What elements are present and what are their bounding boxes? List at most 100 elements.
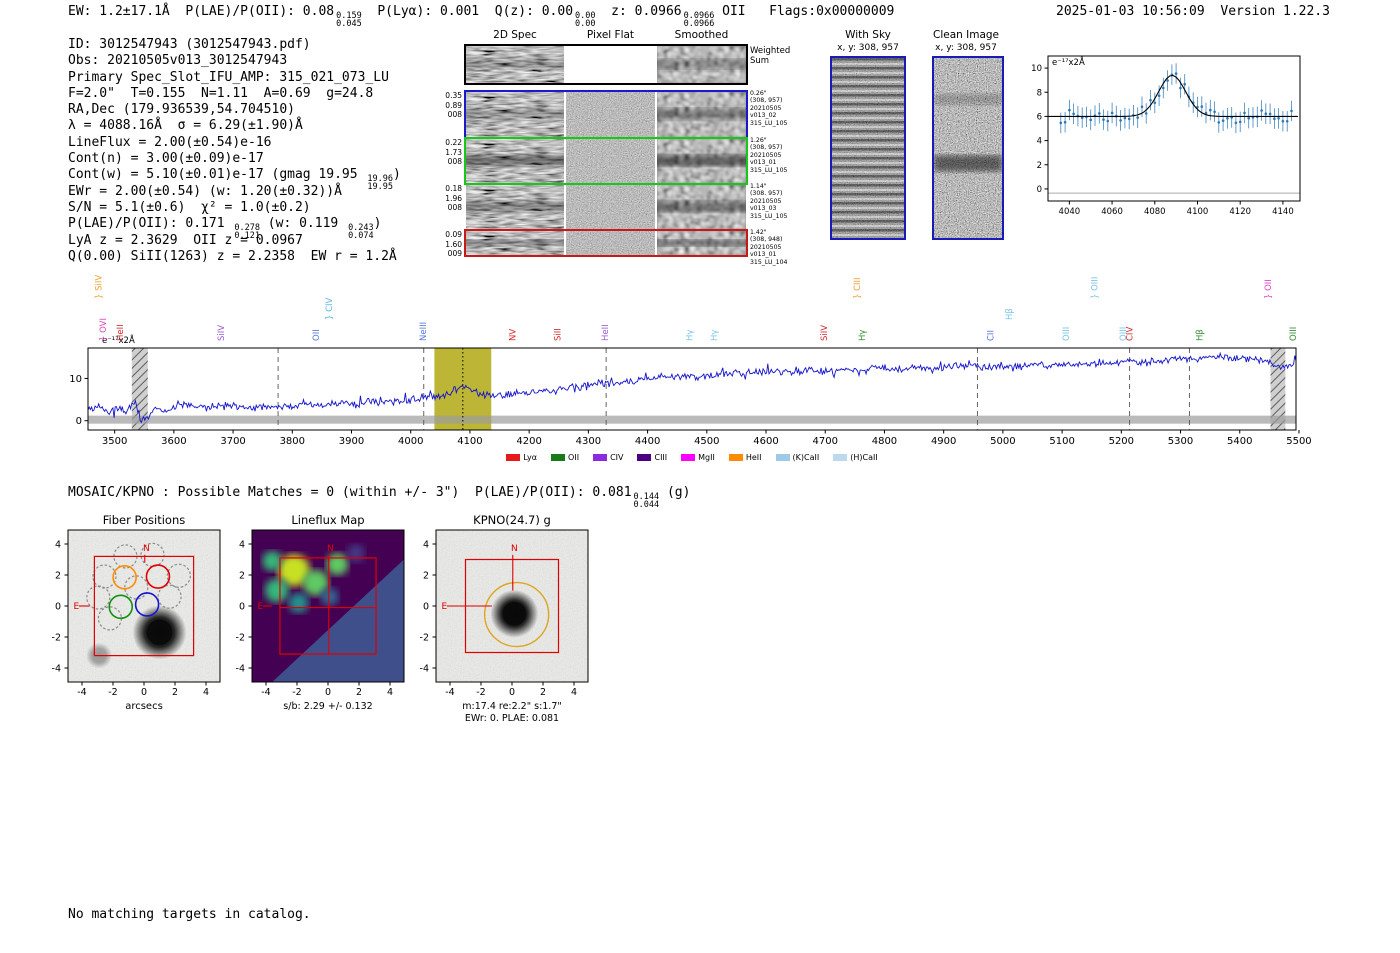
cutout-flat-image: [566, 92, 655, 137]
legend-swatch: [551, 454, 566, 461]
info-line: Obs: 20210505v013_3012547943: [68, 53, 288, 69]
svg-text:4: 4: [1037, 137, 1042, 147]
cutout-left-labels: 0.09 1.60 009: [445, 230, 462, 258]
clean-image: [932, 56, 1004, 240]
spectrum-line-label: NV: [509, 329, 519, 341]
cutout-row-fiber4: [464, 229, 748, 257]
spectrum-line-label: } SiIV: [95, 275, 105, 299]
legend-swatch: [728, 454, 743, 461]
spectrum-line-label: } CIV: [325, 297, 335, 320]
full-spectrum-plot: 3500 3600 3700 3800 3900 4000 4100 4200 4300 4400…: [40, 256, 1380, 456]
spectrum-line-label: CII: [986, 330, 996, 341]
legend-item-HeII: HeII: [728, 453, 762, 462]
north-indicator: N: [143, 544, 150, 554]
legend-item-Lyα: Lyα: [506, 453, 537, 462]
legend-label: HeII: [745, 453, 762, 462]
svg-text:4: 4: [55, 540, 61, 551]
lineflux-map-xlabel: s/b: 2.29 +/- 0.132: [283, 701, 372, 712]
spectrum-line-label: SiIV: [217, 325, 227, 341]
cutout-row-fiber2: [464, 137, 748, 185]
lineflux-map-title: Lineflux Map: [291, 513, 364, 527]
legend-label: Lyα: [523, 453, 538, 462]
spectrum-line-label: CIV: [1126, 327, 1136, 341]
info-line: ID: 3012547943 (3012547943.pdf): [68, 37, 311, 52]
info-line: F=2.0" T=0.155 N=1.11 A=0.69 g=24.8: [68, 85, 374, 101]
cutout-spec-image: [466, 231, 564, 255]
svg-text:-4: -4: [236, 664, 245, 675]
cutout-smooth-image: [657, 92, 746, 137]
line-fit-plot: 4040 4060 4080 4100 4120 4140 0 2 4 6 8 10 e⁻¹⁷x2Å: [1010, 44, 1340, 222]
header-summary: EW: 1.2±17.1Å P(LAE)/P(OII): 0.08 0.159 0.…: [68, 4, 895, 29]
svg-text:10: 10: [1031, 64, 1042, 74]
info-line: RA,Dec (179.936539,54.704510): [68, 102, 295, 118]
spectrum-line-label: NeIII: [419, 322, 429, 341]
cutout-spec-image: [466, 92, 564, 137]
with-sky-coords: x, y: 308, 957: [837, 43, 899, 53]
svg-text:10: 10: [69, 374, 82, 385]
svg-text:0: 0: [509, 687, 515, 698]
legend-label: (K)CaII: [792, 453, 820, 462]
svg-text:-4: -4: [52, 664, 61, 675]
spectrum-line-label: } CIII: [853, 277, 863, 299]
svg-text:-4: -4: [420, 664, 429, 675]
cutout-smooth-image: [657, 231, 746, 255]
svg-text:2: 2: [356, 687, 362, 698]
svg-text:2: 2: [540, 687, 546, 698]
svg-text:8: 8: [1037, 88, 1042, 98]
stacked-uncertainty: 19.96 19.95: [367, 174, 394, 193]
cutout-spec-image: [466, 139, 564, 183]
info-line: Primary Spec_Slot_IFU_AMP: 315_021_073_L…: [68, 69, 389, 85]
cutout-flat-image: [566, 139, 655, 183]
spectrum-line-label: } OII: [1264, 279, 1274, 299]
svg-text:-2: -2: [52, 633, 61, 644]
spectrum-line-label: Hγ: [858, 330, 868, 341]
clean-image-title: Clean Image: [932, 29, 1000, 41]
spectrum-line-label: HeII: [116, 324, 126, 341]
info-line: λ = 4088.16Å σ = 6.29(±1.90)Å: [68, 118, 303, 134]
cutout-smooth-image: [657, 185, 746, 229]
svg-text:-2: -2: [476, 687, 485, 698]
with-sky-image: [830, 56, 906, 240]
fiber-positions-panel: Fiber Positions N E -4 -4 -2 -2 0 0 2 2 4 4 arcsecs: [38, 512, 238, 724]
cutout-flat-image: [566, 46, 655, 83]
clean-image-coords: x, y: 308, 957: [935, 43, 997, 53]
info-line: Cont(n) = 3.00(±0.09)e-17: [68, 151, 264, 167]
svg-text:4: 4: [239, 540, 245, 551]
spectrum-line-label: } OVI: [99, 318, 109, 341]
legend-swatch: [775, 454, 790, 461]
east-indicator: E: [257, 602, 263, 612]
legend-item-(H)CaII: (H)CaII: [833, 453, 878, 462]
cutout-row-weighted: [464, 44, 748, 85]
cutout-right-labels: 1.26" (308, 957) 20210505 v013_01 315_LU_105: [750, 137, 788, 174]
svg-text:4: 4: [571, 687, 577, 698]
cutout-spec-image: [466, 185, 564, 229]
column-header-smoothed: Smoothed: [674, 29, 729, 41]
svg-text:-2: -2: [108, 687, 117, 698]
spectrum-line-label: Hγ: [710, 330, 720, 341]
kpno-xlabel2: EWr: 0. PLAE: 0.081: [465, 713, 559, 724]
svg-text:4120: 4120: [1229, 207, 1251, 217]
svg-text:4140: 4140: [1272, 207, 1294, 217]
cutout-spec-image: [466, 46, 564, 83]
report-version: Version 1.22.3: [1220, 4, 1330, 19]
lineflux-map-panel: Lineflux Map N E -4 -4 -2 -2 0 0 2 2 4 4 s/b: 2.29 +/…: [222, 512, 422, 724]
svg-text:2: 2: [55, 571, 61, 582]
fiber-positions-xlabel: arcsecs: [125, 701, 163, 712]
svg-text:4100: 4100: [1187, 207, 1209, 217]
cutout-right-labels: 1.14" (308. 957) 20210505 v013_03 315_LU_105: [750, 183, 788, 220]
cutout-smooth-image: [657, 46, 746, 83]
legend-label: CIII: [654, 453, 668, 462]
svg-text:-4: -4: [445, 687, 454, 698]
svg-text:-2: -2: [292, 687, 301, 698]
stacked-uncertainty: 0.00 0.00: [575, 11, 596, 29]
north-indicator: N: [511, 544, 518, 554]
legend-swatch: [593, 454, 608, 461]
legend-item-OII: OII: [551, 453, 579, 462]
legend-label: MgII: [698, 453, 715, 462]
spectrum-line-label: HeII: [601, 324, 611, 341]
legend-item-MgII: MgII: [681, 453, 715, 462]
cutout-row-fiber3: [464, 183, 748, 231]
stacked-uncertainty: 0.144 0.044: [633, 492, 660, 510]
east-indicator: E: [73, 602, 79, 612]
cutout-flat-image: [566, 185, 655, 229]
